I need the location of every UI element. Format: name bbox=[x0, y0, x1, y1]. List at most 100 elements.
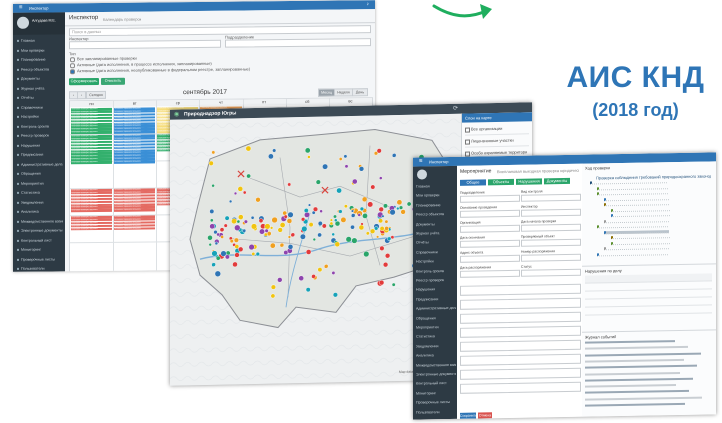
calendar-event[interactable]: Плановая проверка объекта bbox=[114, 208, 156, 212]
tree-node[interactable] bbox=[604, 196, 669, 201]
tree-node[interactable] bbox=[611, 213, 670, 218]
sidebar-item[interactable]: Журнал учёта bbox=[17, 86, 63, 91]
sidebar-item[interactable]: Уведомления bbox=[17, 200, 63, 205]
tab[interactable]: Нарушения bbox=[516, 178, 542, 185]
textarea-field[interactable] bbox=[460, 325, 581, 338]
textarea-field[interactable] bbox=[460, 381, 581, 394]
sidebar-item[interactable]: Реестр проверок bbox=[416, 278, 456, 284]
sidebar-item[interactable]: Планирование bbox=[17, 57, 63, 62]
cancel-button[interactable]: Отмена bbox=[478, 412, 492, 419]
tab[interactable]: Общее bbox=[460, 179, 486, 186]
sidebar-item[interactable]: Реестр проверок bbox=[17, 133, 63, 138]
tree-node[interactable] bbox=[604, 202, 669, 207]
tree-node[interactable] bbox=[597, 224, 668, 229]
calendar-event[interactable]: Плановая проверка объекта bbox=[114, 160, 156, 164]
sidebar-item[interactable]: Мероприятия bbox=[416, 325, 456, 331]
sidebar-item[interactable]: Отчёты bbox=[17, 95, 63, 100]
sidebar-item[interactable]: Документы bbox=[416, 221, 456, 227]
sidebar-item[interactable]: Статистика bbox=[17, 190, 63, 195]
form-button[interactable]: Сформировать bbox=[69, 77, 99, 86]
calendar-event[interactable]: Плановая проверка объекта bbox=[114, 130, 156, 134]
textarea-field[interactable] bbox=[460, 353, 581, 366]
sidebar-item[interactable]: Мои проверки bbox=[416, 193, 456, 199]
sidebar-item[interactable]: Мониторинг bbox=[416, 391, 456, 397]
sidebar-item[interactable]: Обращения bbox=[17, 171, 63, 176]
sidebar-item[interactable]: Контроль сроков bbox=[17, 124, 63, 129]
radio-1[interactable] bbox=[70, 57, 75, 63]
calendar-event[interactable]: Плановая проверка объекта bbox=[114, 226, 156, 230]
next-month-button[interactable]: › bbox=[77, 91, 86, 100]
sidebar-item[interactable]: Пользователи bbox=[17, 266, 63, 271]
textarea-field[interactable] bbox=[460, 339, 581, 352]
sidebar-item[interactable]: Настройки bbox=[17, 114, 63, 119]
sidebar-item[interactable]: Документы bbox=[17, 76, 63, 81]
sidebar-item[interactable]: Предписания bbox=[416, 297, 456, 303]
sidebar-item[interactable]: Административные дела bbox=[416, 306, 456, 312]
textarea-field[interactable] bbox=[460, 367, 581, 380]
sidebar-item[interactable]: Межведомственное взаимодействие bbox=[416, 362, 456, 368]
field-input[interactable] bbox=[521, 253, 581, 262]
textarea-field[interactable] bbox=[460, 311, 581, 324]
sidebar-item[interactable]: Контрольный лист bbox=[416, 381, 456, 387]
field-input[interactable] bbox=[521, 193, 581, 202]
avatar[interactable] bbox=[417, 169, 427, 180]
search-field[interactable]: Поиск в данных bbox=[69, 25, 371, 37]
sidebar-item[interactable]: Мероприятия bbox=[17, 181, 63, 186]
sidebar-item[interactable]: Справочники bbox=[17, 105, 63, 110]
calendar-event[interactable]: Плановая проверка объекта bbox=[71, 160, 113, 164]
sidebar-item[interactable]: Электронные документы bbox=[416, 372, 456, 378]
field-input[interactable] bbox=[521, 223, 581, 232]
subdivision-select[interactable] bbox=[225, 38, 371, 48]
sidebar-item[interactable]: Настройки bbox=[416, 259, 456, 265]
sidebar-item[interactable]: Нарушения bbox=[17, 143, 63, 148]
inspector-select[interactable] bbox=[69, 39, 221, 50]
field-input[interactable] bbox=[521, 208, 581, 217]
sidebar-item[interactable]: Контроль сроков bbox=[416, 268, 456, 274]
sidebar-item[interactable]: Аналитика bbox=[17, 209, 63, 214]
sidebar-item[interactable]: Пользователи bbox=[416, 409, 456, 415]
tree-node[interactable] bbox=[590, 180, 667, 185]
tab[interactable]: Объекты bbox=[488, 178, 514, 186]
sidebar-item[interactable]: Мониторинг bbox=[17, 247, 63, 252]
calendar-event[interactable]: Плановая проверка объекта bbox=[71, 209, 113, 213]
sidebar-item[interactable]: Статистика bbox=[416, 334, 456, 340]
field-input[interactable] bbox=[521, 268, 581, 277]
sidebar-item[interactable]: Нарушения bbox=[416, 287, 456, 293]
tree-node[interactable] bbox=[611, 235, 670, 240]
sidebar-item[interactable]: Мои проверки bbox=[17, 48, 63, 53]
radio-3[interactable] bbox=[70, 69, 75, 75]
tab[interactable]: Документы bbox=[544, 177, 570, 185]
calendar-event[interactable]: Плановая проверка объекта bbox=[71, 227, 113, 231]
bell-icon[interactable]: ♪ bbox=[367, 1, 370, 8]
sidebar-item[interactable]: Главная bbox=[17, 38, 63, 43]
sidebar-item[interactable]: Обращения bbox=[416, 315, 456, 321]
sidebar-item[interactable]: Уведомления bbox=[416, 344, 456, 350]
textarea-field[interactable] bbox=[460, 283, 581, 296]
field-input[interactable] bbox=[460, 254, 520, 263]
sidebar-item[interactable]: Планирование bbox=[416, 203, 456, 209]
field-input[interactable] bbox=[460, 224, 520, 233]
field-input[interactable] bbox=[521, 238, 581, 247]
sidebar-item[interactable]: Аналитика bbox=[416, 353, 456, 359]
avatar[interactable] bbox=[17, 16, 29, 29]
table-row[interactable] bbox=[585, 305, 712, 316]
layer-item[interactable]: Все организации bbox=[465, 125, 529, 136]
tree-node[interactable] bbox=[611, 207, 670, 212]
sidebar-item[interactable]: Электронные документы bbox=[17, 228, 63, 233]
field-input[interactable] bbox=[460, 269, 520, 278]
calendar-event[interactable]: Плановая проверка объекта bbox=[71, 131, 113, 134]
view-day-button[interactable]: День bbox=[352, 88, 368, 97]
tree-node[interactable] bbox=[604, 229, 669, 234]
tree-node[interactable] bbox=[597, 185, 668, 190]
sidebar-item[interactable]: Отчёты bbox=[416, 240, 456, 246]
sidebar-item[interactable]: Межведомственное взаимодействие bbox=[17, 219, 63, 224]
menu-icon[interactable]: ≡ bbox=[19, 5, 23, 12]
sidebar-item[interactable]: Предписания bbox=[17, 152, 63, 157]
today-button[interactable]: Сегодня bbox=[86, 90, 106, 100]
view-week-button[interactable]: Неделя bbox=[334, 88, 353, 97]
layer-checkbox[interactable] bbox=[465, 127, 470, 133]
field-input[interactable] bbox=[460, 209, 520, 218]
radio-2[interactable] bbox=[70, 63, 75, 69]
tree-node[interactable] bbox=[597, 191, 668, 196]
clear-button[interactable]: Очистить bbox=[101, 77, 125, 85]
